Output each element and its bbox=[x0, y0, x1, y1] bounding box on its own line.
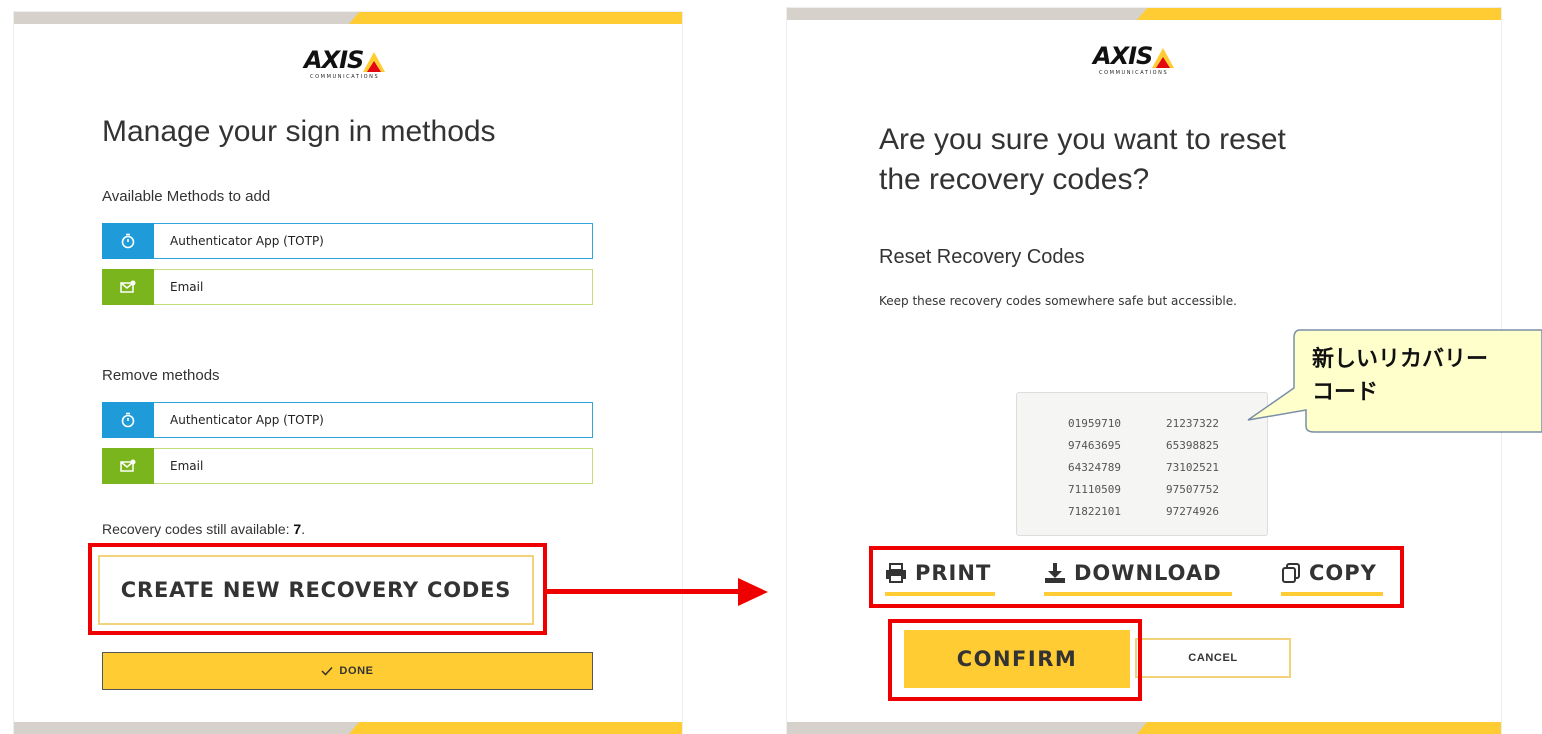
recovery-code: 71110509 bbox=[1068, 483, 1121, 496]
band-gray bbox=[14, 722, 359, 734]
logo-triangle-icon bbox=[363, 52, 386, 72]
callout-bubble bbox=[1247, 329, 1542, 433]
method-label: Authenticator App (TOTP) bbox=[170, 413, 324, 427]
recovery-code: 71822101 bbox=[1068, 505, 1121, 518]
add-email-method[interactable]: Email bbox=[102, 268, 593, 305]
recovery-code: 64324789 bbox=[1068, 461, 1121, 474]
recovery-suffix: . bbox=[301, 521, 306, 537]
band-divider bbox=[349, 722, 379, 734]
band-divider bbox=[1137, 722, 1167, 734]
arrow-head-icon bbox=[738, 578, 768, 606]
recovery-codes-list: 01959710 21237322 97463695 65398825 6432… bbox=[1016, 392, 1268, 536]
callout-line2: コード bbox=[1312, 380, 1379, 405]
axis-logo: AXIS COMMUNICATIONS bbox=[304, 46, 386, 80]
logo-subtext: COMMUNICATIONS bbox=[1099, 70, 1169, 76]
confirm-title-line2: the recovery codes? bbox=[879, 163, 1150, 196]
method-label: Email bbox=[170, 459, 204, 473]
reset-recovery-codes-heading: Reset Recovery Codes bbox=[879, 246, 1085, 268]
recovery-codes-status: Recovery codes still available: 7. bbox=[102, 521, 305, 537]
band-yellow bbox=[379, 722, 682, 734]
stopwatch-icon bbox=[102, 401, 154, 438]
done-label: DONE bbox=[339, 665, 374, 677]
confirm-title-line1: Are you sure you want to reset bbox=[879, 123, 1286, 156]
recovery-code: 01959710 bbox=[1068, 417, 1121, 430]
arrow-shaft bbox=[547, 589, 742, 594]
logo-triangle-icon bbox=[1152, 48, 1175, 68]
recovery-prefix: Recovery codes still available: bbox=[102, 521, 294, 537]
cancel-button[interactable]: CANCEL bbox=[1135, 638, 1291, 678]
callout-line1: 新しいリカバリー bbox=[1312, 347, 1489, 372]
remove-email-method[interactable]: Email bbox=[102, 447, 593, 484]
bottom-band bbox=[14, 722, 682, 734]
logo-text: AXIS bbox=[304, 46, 364, 74]
recovery-codes-description: Keep these recovery codes somewhere safe… bbox=[879, 294, 1237, 308]
highlight-create-button bbox=[88, 543, 547, 635]
band-divider bbox=[349, 12, 379, 24]
remove-totp-method[interactable]: Authenticator App (TOTP) bbox=[102, 401, 593, 438]
top-band bbox=[14, 12, 682, 24]
band-divider bbox=[1137, 8, 1167, 20]
check-icon bbox=[321, 666, 333, 676]
remove-methods-label: Remove methods bbox=[102, 367, 220, 384]
logo-subtext: COMMUNICATIONS bbox=[310, 74, 380, 80]
band-gray bbox=[14, 12, 359, 24]
axis-logo: AXIS COMMUNICATIONS bbox=[1093, 42, 1175, 76]
recovery-code: 21237322 bbox=[1166, 417, 1219, 430]
recovery-code: 97274926 bbox=[1166, 505, 1219, 518]
mail-icon bbox=[102, 447, 154, 484]
recovery-code: 73102521 bbox=[1166, 461, 1219, 474]
recovery-code: 97463695 bbox=[1068, 439, 1121, 452]
logo-text: AXIS bbox=[1093, 42, 1153, 70]
recovery-code: 97507752 bbox=[1166, 483, 1219, 496]
highlight-action-buttons bbox=[869, 546, 1404, 608]
available-methods-label: Available Methods to add bbox=[102, 188, 271, 205]
stopwatch-icon bbox=[102, 222, 154, 259]
add-totp-method[interactable]: Authenticator App (TOTP) bbox=[102, 222, 593, 259]
band-yellow bbox=[379, 12, 682, 24]
band-yellow bbox=[1167, 722, 1501, 734]
recovery-code: 65398825 bbox=[1166, 439, 1219, 452]
page-title: Manage your sign in methods bbox=[102, 115, 496, 148]
method-label: Authenticator App (TOTP) bbox=[170, 234, 324, 248]
band-yellow bbox=[1167, 8, 1501, 20]
method-label: Email bbox=[170, 280, 204, 294]
done-button[interactable]: DONE bbox=[102, 652, 593, 690]
band-gray bbox=[787, 8, 1147, 20]
bottom-band bbox=[787, 722, 1501, 734]
band-gray bbox=[787, 722, 1147, 734]
mail-icon bbox=[102, 268, 154, 305]
top-band bbox=[787, 8, 1501, 20]
highlight-confirm-button bbox=[888, 619, 1142, 701]
